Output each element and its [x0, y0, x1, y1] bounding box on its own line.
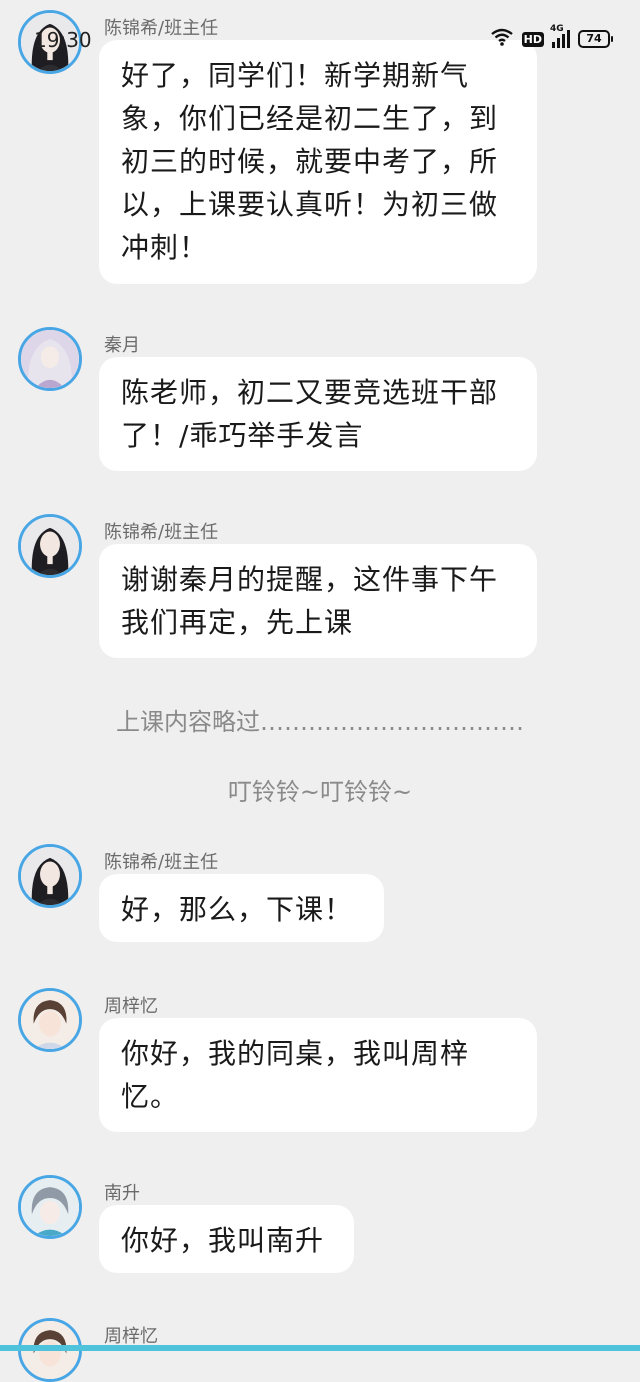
sender-name: 陈锦希/班主任 — [104, 852, 219, 873]
message-bubble[interactable]: 你好，我叫南升 — [99, 1205, 354, 1273]
message-bubble[interactable]: 好了，同学们！新学期新气象，你们已经是初二生了，到初三的时候，就要中考了，所以，… — [99, 40, 537, 284]
bottom-accent-bar — [0, 1345, 640, 1351]
sender-name: 陈锦希/班主任 — [104, 522, 219, 543]
sender-name: 南升 — [104, 1183, 140, 1204]
network-type-label: 4G — [550, 24, 564, 34]
message-bubble[interactable]: 谢谢秦月的提醒，这件事下午我们再定，先上课 — [99, 544, 537, 658]
message-bubble[interactable]: 你好，我的同桌，我叫周梓忆。 — [99, 1018, 537, 1132]
message-bubble[interactable]: 陈老师，初二又要竞选班干部了！/乖巧举手发言 — [99, 357, 537, 471]
teacher-avatar[interactable] — [18, 514, 82, 578]
battery-icon: 74 — [578, 30, 613, 48]
nansheng-avatar[interactable] — [18, 1175, 82, 1239]
narration-text: 叮铃铃~叮铃铃~ — [227, 778, 413, 806]
narration-text: 上课内容略过…………………………… — [116, 708, 524, 736]
sender-name: 陈锦希/班主任 — [104, 18, 219, 39]
wifi-icon — [490, 28, 514, 50]
status-time: 19:30 — [34, 28, 92, 52]
sender-name: 秦月 — [104, 335, 140, 356]
teacher-avatar[interactable] — [18, 844, 82, 908]
qinyue-avatar[interactable] — [18, 327, 82, 391]
zhouziyi-avatar[interactable] — [18, 988, 82, 1052]
signal-icon: 4G — [550, 24, 570, 48]
message-bubble[interactable]: 好，那么，下课！ — [99, 874, 384, 942]
sender-name: 周梓忆 — [104, 996, 158, 1017]
hd-icon: HD — [521, 31, 544, 47]
status-icons: HD 4G 74 — [490, 24, 613, 50]
